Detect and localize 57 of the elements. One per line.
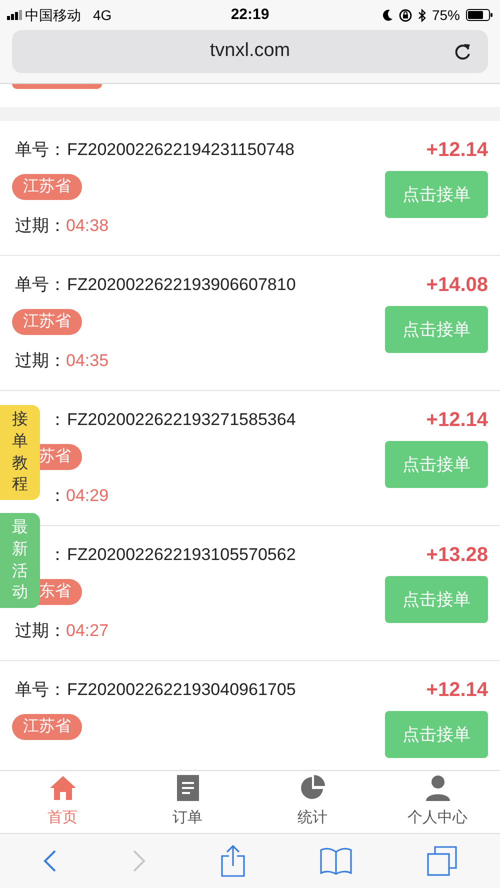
order-amount: +12.14 [426,138,488,163]
order-amount: +14.08 [426,273,488,298]
carrier-name: 中国移动 [25,6,81,24]
order-number: FZ2020022622193271585364 [67,409,296,432]
tab[interactable]: 个人中心 [375,771,500,833]
battery-icon [466,9,493,21]
battery-percent: 75% [432,6,460,24]
tab[interactable]: 统计 [250,771,375,833]
accept-order-button[interactable]: 点击接单 [385,441,488,488]
province-tag: 江苏省 [12,174,82,200]
person-icon [424,774,450,801]
expiry-time: 04:27 [66,620,109,642]
expiry-label: 过期： [15,215,66,238]
floating-tab[interactable]: 最新活动 [0,513,40,608]
bluetooth-icon [418,8,426,22]
expiry-label: ： [49,485,66,508]
clock: 22:19 [230,4,270,25]
expiry-time: 04:35 [66,350,109,372]
order-label: 单号： [15,139,66,162]
document-icon [176,774,198,801]
share-icon[interactable] [220,845,245,877]
url-text: tvnxl.com [210,39,290,64]
pie-chart-icon [300,774,326,801]
reload-icon[interactable] [453,42,473,62]
signal-icon [7,10,23,20]
order-label: 单号： [15,679,66,702]
rotation-lock-icon [398,8,412,22]
order-amount: +12.14 [426,408,488,433]
province-tag: 江苏省 [12,714,82,740]
floating-tab[interactable]: 接单教程 [0,405,40,500]
expiry-time: 04:38 [66,215,109,238]
expiry-time: 04:29 [66,485,109,508]
network-type: 4G [93,6,112,24]
moon-icon [382,9,393,21]
accept-order-button[interactable]: 点击接单 [385,576,488,623]
tab[interactable]: 订单 [125,771,250,833]
tab[interactable]: 首页 [0,771,125,833]
province-tag: 江苏省 [12,309,82,335]
back-icon[interactable] [43,849,58,873]
order-amount: +13.28 [426,543,488,568]
accept-order-button[interactable]: 点击接单 [385,711,488,758]
order-amount: +12.14 [426,678,488,703]
home-icon [48,774,76,801]
order-label: 单号： [15,274,66,296]
order-number: FZ2020022622194231150748 [67,139,295,162]
expiry-label: 过期： [15,350,66,372]
bookmarks-icon[interactable] [320,847,352,875]
accept-order-button[interactable]: 点击接单 [385,171,488,218]
order-label: ： [49,409,66,432]
order-number: FZ2020022622193040961705 [67,679,296,702]
tabs-icon[interactable] [426,846,457,876]
order-label: ： [49,544,66,566]
order-number: FZ2020022622193105570562 [67,544,296,566]
expiry-label: 过期： [15,620,66,642]
address-bar[interactable]: tvnxl.com [12,30,488,73]
accept-order-button[interactable]: 点击接单 [385,306,488,353]
order-number: FZ2020022622193906607810 [67,274,296,296]
